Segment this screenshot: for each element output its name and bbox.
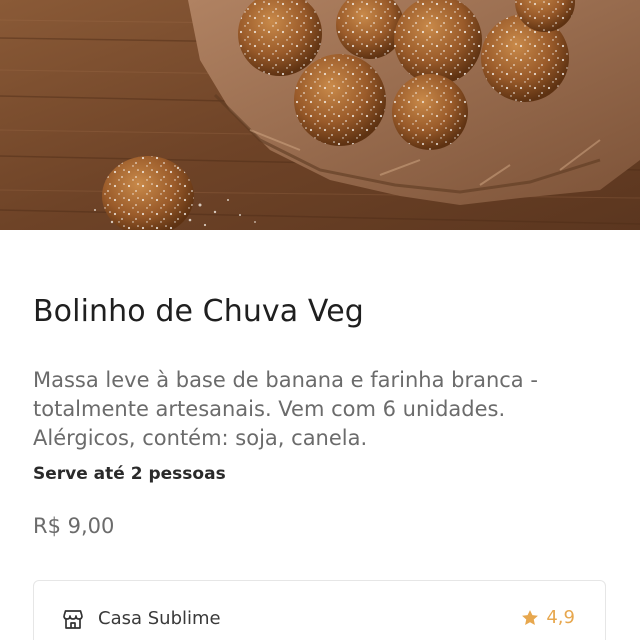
product-detail-page: Bolinho de Chuva Veg Massa leve à base d… [0, 0, 640, 640]
star-icon [522, 610, 539, 625]
store-rating: 4,9 [520, 606, 575, 630]
store-card[interactable]: Casa Sublime 4,9 [33, 580, 606, 640]
food-photo-icon [0, 0, 640, 230]
product-price: R$ 9,00 [33, 514, 115, 538]
rating-value: 4,9 [546, 607, 575, 628]
product-photo [0, 0, 640, 230]
product-title: Bolinho de Chuva Veg [33, 294, 364, 329]
store-icon [63, 610, 83, 629]
store-name: Casa Sublime [98, 608, 221, 629]
serving-info: Serve até 2 pessoas [33, 464, 226, 484]
product-description: Massa leve à base de banana e farinha br… [33, 368, 538, 450]
